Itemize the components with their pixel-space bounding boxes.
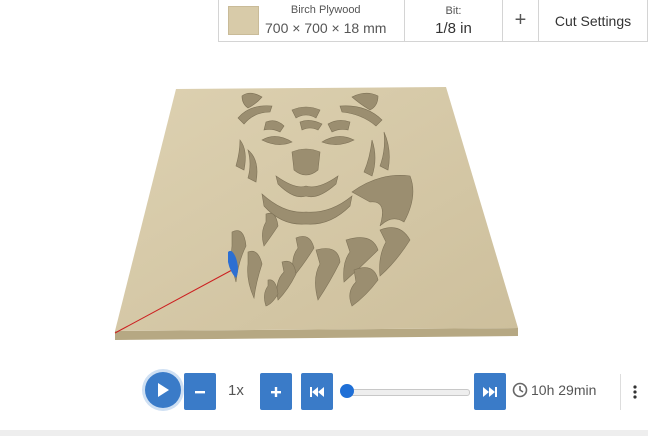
clock-icon	[512, 382, 528, 398]
skip-to-end-button[interactable]	[474, 373, 506, 410]
speed-label: 1x	[228, 382, 244, 399]
progress-slider-track[interactable]	[346, 389, 470, 396]
skip-back-icon	[310, 386, 324, 397]
estimated-time: 10h 29min	[512, 382, 596, 398]
plus-icon	[271, 386, 281, 397]
cut-preview-canvas[interactable]	[0, 0, 648, 360]
play-button[interactable]	[145, 372, 181, 408]
skip-to-start-button[interactable]	[301, 373, 333, 410]
skip-forward-icon	[483, 386, 497, 397]
estimated-time-text: 10h 29min	[531, 382, 597, 398]
bottom-divider	[0, 430, 648, 436]
minus-icon	[195, 390, 205, 393]
progress-slider-handle[interactable]	[340, 384, 354, 398]
play-icon	[158, 383, 169, 397]
increase-speed-button[interactable]	[260, 373, 292, 410]
more-options-button[interactable]	[620, 374, 648, 410]
decrease-speed-button[interactable]	[184, 373, 216, 410]
vertical-ellipsis-icon	[633, 385, 637, 399]
